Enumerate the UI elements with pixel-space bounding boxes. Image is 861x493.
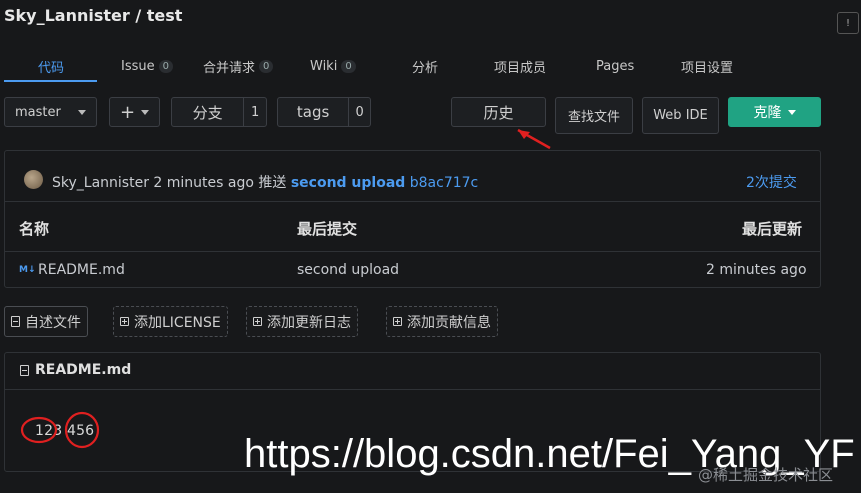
commit-message[interactable]: second upload <box>291 175 405 191</box>
divider <box>5 201 820 202</box>
annotation-arrow-icon <box>517 128 551 150</box>
repo-title[interactable]: Sky_Lannister / test <box>4 6 182 25</box>
branches-button[interactable]: 分支 1 <box>171 97 267 127</box>
file-last-updated: 2 minutes ago <box>706 262 807 278</box>
active-tab-indicator <box>4 80 97 82</box>
file-last-commit[interactable]: second upload <box>297 262 399 278</box>
web-ide-button[interactable]: Web IDE <box>642 97 719 134</box>
add-contributing-button[interactable]: 添加贡献信息 <box>386 306 498 337</box>
file-name-link[interactable]: README.md <box>38 262 125 278</box>
chevron-down-icon <box>78 109 86 115</box>
add-contributing-label: 添加贡献信息 <box>407 314 491 331</box>
document-icon <box>20 364 29 376</box>
commit-author[interactable]: Sky_Lannister <box>52 175 149 191</box>
tab-issue[interactable]: Issue 0 <box>121 52 173 80</box>
plus-box-icon <box>120 317 129 326</box>
history-button[interactable]: 历史 <box>451 97 546 127</box>
divider <box>5 389 820 390</box>
tags-button[interactable]: tags 0 <box>277 97 371 127</box>
last-commit-info: Sky_Lannister 2 minutes ago 推送 second up… <box>52 172 478 192</box>
branches-count: 1 <box>250 104 260 120</box>
tab-analytics[interactable]: 分析 <box>412 52 438 80</box>
plus-icon: + <box>119 101 136 123</box>
chevron-down-icon <box>141 109 150 115</box>
readme-header: README.md <box>20 362 131 378</box>
add-changelog-label: 添加更新日志 <box>267 314 351 331</box>
file-browser-panel <box>4 150 821 288</box>
column-header-last-update: 最后更新 <box>742 220 803 238</box>
tags-count: 0 <box>355 104 364 120</box>
clone-label: 克隆 <box>753 105 782 121</box>
plus-box-icon <box>253 317 262 326</box>
branch-name: master <box>15 104 61 120</box>
divider <box>5 251 820 252</box>
sidebar-toggle-icon[interactable]: ! <box>837 12 859 34</box>
branch-select[interactable]: master <box>4 97 97 127</box>
commits-count-link[interactable]: 2次提交 <box>746 172 797 192</box>
tab-members[interactable]: 项目成员 <box>494 52 546 80</box>
add-license-label: 添加LICENSE <box>134 314 221 331</box>
tags-label: tags <box>278 98 350 126</box>
repo-tabs: 代码 Issue 0 合并请求 0 Wiki 0 分析 项目成员 Pages 项目设置 <box>0 52 830 82</box>
add-changelog-button[interactable]: 添加更新日志 <box>246 306 358 337</box>
add-license-button[interactable]: 添加LICENSE <box>113 306 228 337</box>
commit-time: 2 minutes ago <box>153 175 254 191</box>
tab-merge-requests[interactable]: 合并请求 0 <box>203 52 274 80</box>
add-menu-button[interactable]: + <box>109 97 160 127</box>
avatar[interactable] <box>24 170 43 189</box>
commit-action: 推送 <box>258 175 287 191</box>
readme-button[interactable]: 自述文件 <box>4 306 88 337</box>
branches-label: 分支 <box>172 98 245 126</box>
column-header-last-commit: 最后提交 <box>297 220 358 238</box>
annotation-circles-icon <box>20 411 100 449</box>
column-header-name: 名称 <box>19 220 50 238</box>
mr-count-badge: 0 <box>259 59 274 73</box>
markdown-icon: M↓ <box>19 265 36 275</box>
readme-button-label: 自述文件 <box>25 314 81 331</box>
document-icon <box>11 316 20 327</box>
watermark-juejin: @稀土掘金技术社区 <box>698 466 834 484</box>
tab-wiki[interactable]: Wiki 0 <box>310 52 356 80</box>
tab-code[interactable]: 代码 <box>38 52 64 80</box>
tab-pages[interactable]: Pages <box>596 52 634 80</box>
readme-title: README.md <box>35 362 132 378</box>
issue-count-badge: 0 <box>158 59 173 73</box>
tab-settings[interactable]: 项目设置 <box>681 52 733 80</box>
commit-sha[interactable]: b8ac717c <box>410 175 479 191</box>
find-file-button[interactable]: 查找文件 <box>555 97 633 134</box>
plus-box-icon <box>393 317 402 326</box>
clone-button[interactable]: 克隆 <box>728 97 821 127</box>
chevron-down-icon <box>787 109 796 115</box>
wiki-count-badge: 0 <box>341 59 356 73</box>
